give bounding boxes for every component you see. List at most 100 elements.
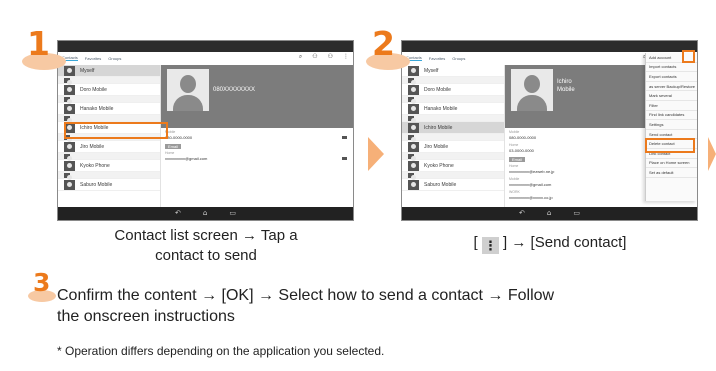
contact-list-item[interactable]: Ichiro Mobile bbox=[402, 122, 504, 134]
menu-icon[interactable]: ⋮ bbox=[343, 54, 349, 60]
phone-number[interactable]: 080-0000-0000 bbox=[165, 135, 192, 140]
menu-item[interactable]: Filter bbox=[646, 101, 697, 111]
options-menu: Add account Import contacts Export contact… bbox=[645, 53, 697, 201]
contact-header-name: Ichiro Mobile bbox=[557, 79, 575, 95]
home-icon[interactable]: ⌂ bbox=[203, 210, 207, 217]
step-1-caption: Contact list screen → Tap a contact to s… bbox=[58, 226, 354, 266]
contact-list-item[interactable]: Jiro Mobile bbox=[58, 141, 160, 153]
contact-avatar-icon bbox=[408, 77, 416, 85]
contact-photo-placeholder-icon bbox=[511, 69, 553, 111]
step-2-caption: [ ⋮ ] → [Send contact] bbox=[402, 233, 698, 254]
phone-number[interactable]: 080-0000-0000 bbox=[509, 135, 536, 140]
contact-avatar-icon bbox=[408, 141, 419, 152]
list-group-divider bbox=[402, 115, 504, 123]
menu-item[interactable]: Export contacts bbox=[646, 72, 697, 82]
navigation-bar: ↶ ⌂ ▭ bbox=[58, 207, 353, 220]
list-group-divider bbox=[402, 134, 504, 142]
contact-name: Myself bbox=[80, 67, 95, 74]
contact-list-item[interactable]: Myself bbox=[58, 65, 160, 77]
add-contact-icon[interactable]: ⚇ bbox=[312, 54, 317, 60]
field-label: Home bbox=[509, 143, 519, 147]
email-address[interactable]: xxxxxxxxxx@xxxxx.co.jp bbox=[509, 195, 553, 200]
menu-item[interactable]: Settings bbox=[646, 120, 697, 130]
contact-list-screenshot: Contacts Favorites Groups ⌕ ⚇ ⚇ ⋮ Myself… bbox=[57, 40, 354, 221]
menu-item[interactable]: Mark several bbox=[646, 91, 697, 101]
contact-name-line: Ichiro bbox=[557, 79, 572, 85]
contact-list-item[interactable]: Saburo Mobile bbox=[58, 179, 160, 191]
email-icon[interactable] bbox=[342, 157, 347, 160]
contact-avatar-icon bbox=[64, 103, 75, 114]
contact-avatar-icon bbox=[64, 160, 75, 171]
list-group-divider bbox=[402, 77, 504, 85]
contact-avatar-icon bbox=[408, 65, 419, 76]
email-address[interactable]: xxxxxxxxxx@ezweb.ne.jp bbox=[509, 169, 554, 174]
contact-avatar-icon bbox=[408, 115, 416, 123]
contact-avatar-icon bbox=[408, 160, 419, 171]
tab-favorites[interactable]: Favorites bbox=[85, 56, 101, 61]
field-label: Mobile bbox=[509, 177, 520, 181]
contact-name: Kyoko Phone bbox=[424, 162, 454, 169]
menu-item[interactable]: Set as default bbox=[646, 168, 697, 178]
list-group-divider bbox=[58, 153, 160, 161]
contact-avatar-icon bbox=[408, 153, 416, 161]
contact-avatar-icon bbox=[64, 84, 75, 95]
tab-favorites[interactable]: Favorites bbox=[429, 56, 445, 61]
recent-apps-icon[interactable]: ▭ bbox=[229, 210, 236, 217]
contact-list-item[interactable]: Doro Mobile bbox=[58, 84, 160, 96]
caption-text: ] → [Send contact] bbox=[503, 234, 627, 251]
menu-item[interactable]: Place on Home screen bbox=[646, 159, 697, 169]
section-header: Email bbox=[509, 157, 526, 162]
contact-name: Doro Mobile bbox=[80, 86, 107, 93]
contact-avatar-icon bbox=[64, 141, 75, 152]
contact-list-item[interactable]: Kyoko Phone bbox=[402, 160, 504, 172]
contact-list-item[interactable]: Myself bbox=[402, 65, 504, 77]
status-bar bbox=[402, 41, 697, 52]
email-address[interactable]: xxxxxxxxxx@gmail.com bbox=[509, 182, 551, 187]
contact-list: Myself Doro Mobile Hanako Mobile Ichiro Mob… bbox=[402, 65, 505, 207]
contact-list-item[interactable]: Hanako Mobile bbox=[402, 103, 504, 115]
field-label: Home bbox=[165, 151, 175, 155]
phone-number[interactable]: 03-0000-0000 bbox=[509, 148, 534, 153]
menu-item[interactable]: Find link candidates bbox=[646, 111, 697, 121]
back-icon[interactable]: ↶ bbox=[175, 210, 181, 217]
contact-list-item[interactable]: Jiro Mobile bbox=[402, 141, 504, 153]
email-address[interactable]: xxxxxxxxxx@gmail.com bbox=[165, 156, 207, 161]
menu-item[interactable]: Import contacts bbox=[646, 63, 697, 73]
step-number-2: 2 bbox=[372, 24, 395, 63]
contact-avatar-icon bbox=[64, 65, 75, 76]
tab-groups[interactable]: Groups bbox=[108, 56, 121, 61]
contact-list-item[interactable]: Hanako Mobile bbox=[58, 103, 160, 115]
caption-line: contact to send bbox=[155, 247, 257, 264]
field-label: WORK bbox=[509, 190, 520, 194]
contact-name: Hanako Mobile bbox=[424, 105, 458, 112]
contact-list-item[interactable]: Saburo Mobile bbox=[402, 179, 504, 191]
contacts-tabs: Contacts Favorites Groups bbox=[58, 52, 121, 64]
contact-detail: 080XXXXXXXX Mobile 080-0000-0000 Email H… bbox=[161, 65, 353, 207]
contact-avatar-icon bbox=[64, 172, 72, 180]
contact-avatar-icon bbox=[408, 84, 419, 95]
tab-groups[interactable]: Groups bbox=[452, 56, 465, 61]
menu-key-icon: ⋮ bbox=[481, 237, 499, 254]
instruction-line: Confirm the content → [OK] → Select how … bbox=[57, 287, 555, 304]
contact-header: 080XXXXXXXX bbox=[161, 65, 353, 128]
contact-avatar-icon bbox=[408, 134, 416, 142]
menu-item[interactable]: as server Backup/Restore bbox=[646, 82, 697, 92]
contact-list-item[interactable]: Kyoko Phone bbox=[58, 160, 160, 172]
next-arrow-icon bbox=[368, 137, 384, 171]
back-icon[interactable]: ↶ bbox=[519, 210, 525, 217]
contact-name-line: Mobile bbox=[557, 86, 575, 93]
home-icon[interactable]: ⌂ bbox=[547, 210, 551, 217]
next-arrow-icon bbox=[708, 137, 716, 171]
step-3-instructions: Confirm the content → [OK] → Select how … bbox=[57, 285, 716, 327]
message-icon[interactable] bbox=[342, 136, 347, 139]
add-contact-icon[interactable]: ⚇ bbox=[328, 54, 333, 60]
contact-name: Jiro Mobile bbox=[80, 143, 105, 150]
recent-apps-icon[interactable]: ▭ bbox=[573, 210, 580, 217]
contact-name: Saburo Mobile bbox=[424, 181, 457, 188]
contact-header-name: 080XXXXXXXX bbox=[213, 87, 256, 93]
caption-line: Contact list screen → Tap a bbox=[114, 227, 298, 244]
search-icon[interactable]: ⌕ bbox=[299, 54, 302, 60]
contact-name: Doro Mobile bbox=[424, 86, 451, 93]
contact-name: Jiro Mobile bbox=[424, 143, 449, 150]
contact-list-item[interactable]: Doro Mobile bbox=[402, 84, 504, 96]
